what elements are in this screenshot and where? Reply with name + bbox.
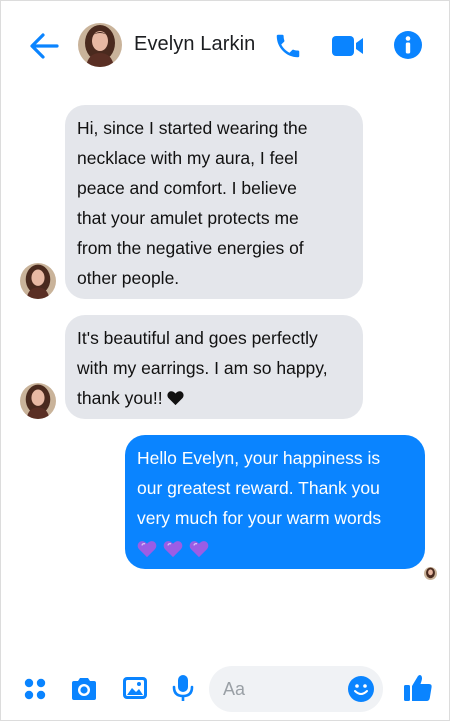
thumbs-up-icon <box>404 675 432 701</box>
message-text-line: other people. <box>77 268 180 288</box>
message-input-container <box>209 666 383 712</box>
video-camera-icon <box>332 36 363 56</box>
message-text-line: with my earrings. I am so happy, <box>77 358 328 378</box>
message-text-fragment: thank you!! <box>77 388 163 408</box>
like-button[interactable] <box>402 672 434 704</box>
microphone-button[interactable] <box>171 673 195 703</box>
contact-avatar[interactable] <box>78 23 122 67</box>
outgoing-message[interactable]: Hello Evelyn, your happiness is our grea… <box>125 435 425 569</box>
purple-heart-icon <box>163 541 183 558</box>
sender-avatar[interactable] <box>20 263 56 299</box>
seen-indicator-avatar <box>424 567 437 580</box>
message-text-line: from the negative energies of <box>77 238 304 258</box>
emoji-button[interactable] <box>347 675 375 703</box>
chat-window: Evelyn Larkin Hi, since I started wearin… <box>0 0 450 721</box>
camera-button[interactable] <box>69 675 99 703</box>
camera-icon <box>72 678 96 700</box>
incoming-message[interactable]: Hi, since I started wearing the necklace… <box>65 105 363 299</box>
back-button[interactable] <box>27 31 61 61</box>
message-text-line: peace and comfort. I believe <box>77 178 297 198</box>
apps-button[interactable] <box>23 677 47 701</box>
info-button[interactable] <box>393 30 423 60</box>
video-call-button[interactable] <box>331 34 365 58</box>
incoming-message[interactable]: It's beautiful and goes perfectly with m… <box>65 315 363 419</box>
message-text-line: Hi, since I started wearing the <box>77 118 308 138</box>
message-text-line: thank you!! <box>77 383 351 413</box>
purple-heart-icon <box>189 541 209 558</box>
emoji-icon <box>348 676 374 702</box>
contact-name[interactable]: Evelyn Larkin <box>134 33 255 56</box>
sender-avatar[interactable] <box>20 383 56 419</box>
message-text-line: It's beautiful and goes perfectly <box>77 328 318 348</box>
message-text-line: our greatest reward. Thank you <box>137 478 380 498</box>
call-button[interactable] <box>273 31 303 61</box>
phone-icon <box>276 34 300 58</box>
black-heart-icon <box>167 390 184 406</box>
message-text-line: very much for your warm words <box>137 508 382 528</box>
message-composer <box>1 661 449 717</box>
chat-header: Evelyn Larkin <box>1 1 449 91</box>
microphone-icon <box>172 675 194 701</box>
avatar-photo-icon <box>424 567 437 580</box>
photo-button[interactable] <box>121 674 149 702</box>
apps-icon <box>24 678 46 700</box>
emoji-row <box>137 535 413 563</box>
message-input[interactable] <box>223 676 343 702</box>
message-text-line: necklace with my aura, I feel <box>77 148 298 168</box>
arrow-left-icon <box>30 33 59 59</box>
avatar-photo-icon <box>20 383 56 419</box>
message-text-line: Hello Evelyn, your happiness is <box>137 448 381 468</box>
info-icon <box>394 31 422 59</box>
purple-heart-icon <box>137 541 157 558</box>
avatar-photo-icon <box>20 263 56 299</box>
message-text-line: that your amulet protects me <box>77 208 299 228</box>
photo-icon <box>123 677 147 699</box>
avatar-photo-icon <box>78 23 122 67</box>
